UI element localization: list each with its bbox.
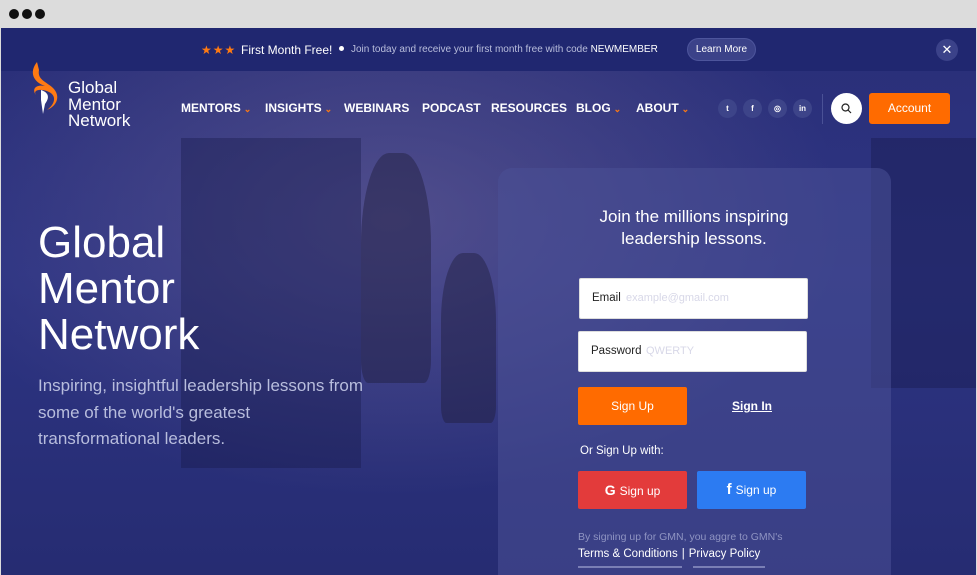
browser-chrome <box>0 0 977 28</box>
facebook-sign-up-button[interactable]: f Sign up <box>697 471 806 509</box>
chevron-down-icon: ⌄ <box>243 104 252 114</box>
nav-divider <box>822 94 823 124</box>
window-dot-icon <box>9 9 19 19</box>
close-icon[interactable]: ✕ <box>936 39 958 61</box>
logo-flame-icon[interactable] <box>27 60 63 116</box>
landing-page: ★★★ First Month Free! Join today and rec… <box>1 28 976 575</box>
chevron-down-icon: ⌄ <box>681 104 690 114</box>
learn-more-button[interactable]: Learn More <box>687 38 756 61</box>
stars-icon: ★★★ <box>201 43 237 57</box>
brand-line: Network <box>68 111 131 130</box>
google-icon: G <box>604 482 616 498</box>
window-dot-icon <box>35 9 45 19</box>
linkedin-icon[interactable]: in <box>793 99 812 118</box>
nav-label: PODCAST <box>422 101 481 115</box>
account-button[interactable]: Account <box>869 93 950 124</box>
nav-label: RESOURCES <box>491 101 568 115</box>
sign-in-link[interactable]: Sign In <box>732 399 772 413</box>
email-label: Email <box>592 292 621 304</box>
nav-label: BLOG <box>576 101 611 115</box>
nav-item-blog[interactable]: BLOG ⌄ <box>576 101 621 117</box>
search-icon <box>841 103 852 114</box>
announcement-bar: ★★★ First Month Free! Join today and rec… <box>1 28 976 71</box>
announcement-detail-text: Join today and receive your first month … <box>351 44 588 55</box>
nav-label: ABOUT <box>636 101 679 115</box>
nav-item-insights[interactable]: INSIGHTS ⌄ <box>265 101 332 117</box>
promo-code: NEWMEMBER <box>590 44 658 55</box>
hero-title-line: Network <box>38 310 200 359</box>
nav-label: WEBINARS <box>344 101 410 115</box>
google-button-label: Sign up <box>619 484 661 498</box>
sign-up-button[interactable]: Sign Up <box>578 387 687 425</box>
legal-separator: | <box>681 548 685 560</box>
bullet-icon <box>339 46 344 51</box>
hero-title-line: Global <box>38 218 166 267</box>
brand-name[interactable]: Global Mentor Network <box>68 79 131 130</box>
announcement-headline: First Month Free! <box>241 43 333 57</box>
privacy-underline <box>693 566 765 568</box>
twitter-icon[interactable]: t <box>718 99 737 118</box>
chevron-down-icon: ⌄ <box>324 104 333 114</box>
hero-title: Global Mentor Network <box>38 220 199 358</box>
terms-underline <box>578 566 682 568</box>
nav-label: MENTORS <box>181 101 241 115</box>
or-sign-up-label: Or Sign Up with: <box>580 445 664 457</box>
facebook-icon[interactable]: f <box>743 99 762 118</box>
background-person <box>441 253 496 423</box>
nav-item-webinars[interactable]: WEBINARS <box>344 101 409 117</box>
hero-title-line: Mentor <box>38 264 175 313</box>
facebook-icon: f <box>726 481 732 498</box>
hero-subtitle: Inspiring, insightful leadership lessons… <box>38 376 364 448</box>
email-field[interactable]: Email example@gmail.com <box>579 278 808 319</box>
password-placeholder: QWERTY <box>646 345 695 357</box>
email-placeholder: example@gmail.com <box>626 292 729 304</box>
privacy-link[interactable]: Privacy Policy <box>689 548 761 560</box>
background-person <box>361 153 431 383</box>
chevron-down-icon: ⌄ <box>613 104 622 114</box>
search-button[interactable] <box>831 93 862 124</box>
nav-label: INSIGHTS <box>265 101 322 115</box>
nav-item-mentors[interactable]: MENTORS ⌄ <box>181 101 251 117</box>
instagram-icon[interactable]: ◎ <box>768 99 787 118</box>
window-dot-icon <box>22 9 32 19</box>
nav-item-resources[interactable]: RESOURCES <box>491 101 567 117</box>
google-sign-up-button[interactable]: G Sign up <box>578 471 687 509</box>
legal-links: Terms & Conditions | Privacy Policy <box>578 548 760 560</box>
announcement-detail: Join today and receive your first month … <box>351 44 658 55</box>
terms-link[interactable]: Terms & Conditions <box>578 548 678 560</box>
signup-title: Join the millions inspiring leadership l… <box>599 207 789 248</box>
legal-text: By signing up for GMN, you aggre to GMN'… <box>578 531 783 543</box>
password-label: Password <box>591 345 642 357</box>
facebook-button-label: Sign up <box>735 483 777 497</box>
nav-item-about[interactable]: ABOUT ⌄ <box>636 101 689 117</box>
nav-item-podcast[interactable]: PODCAST <box>422 101 481 117</box>
password-field[interactable]: Password QWERTY <box>578 331 807 372</box>
